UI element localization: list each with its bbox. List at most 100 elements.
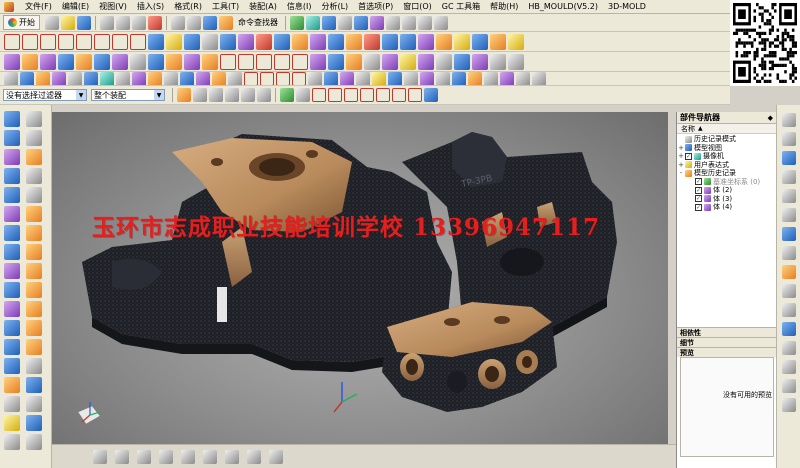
navigator-node[interactable]: 历史记录模式 [677, 135, 776, 144]
tool-u-icon[interactable] [324, 72, 338, 85]
shaded-view-icon[interactable] [370, 15, 384, 30]
tool-k-icon[interactable] [164, 72, 178, 85]
curvature-icon[interactable] [26, 187, 42, 203]
mirror-curve-icon[interactable] [328, 33, 344, 50]
arc-icon[interactable] [22, 33, 38, 50]
law-curve-icon[interactable] [436, 33, 452, 50]
rectangle-icon[interactable] [94, 33, 110, 50]
pan-view-icon[interactable] [322, 15, 336, 30]
global-shaping-icon[interactable] [4, 415, 20, 431]
composite-curve-icon[interactable] [472, 33, 488, 50]
web-browser-icon[interactable] [781, 208, 796, 222]
replace-face-icon[interactable] [436, 53, 452, 70]
swept-icon[interactable] [4, 263, 20, 279]
select-edge-icon[interactable] [225, 88, 239, 102]
face-analysis-icon[interactable] [4, 187, 20, 203]
offset-curve-icon[interactable] [148, 33, 164, 50]
boss-icon[interactable] [76, 53, 92, 70]
extension-icon[interactable] [26, 320, 42, 336]
menu-analysis[interactable]: 分析(L) [316, 1, 353, 12]
print-icon[interactable] [26, 434, 42, 450]
extract-curve-icon[interactable] [454, 33, 470, 50]
part-navigator-icon[interactable] [781, 151, 796, 165]
graphics-window[interactable]: TP-3PB 玉环市志成职业技能培训学校 13396947117 [52, 112, 668, 444]
mesh-icon[interactable] [4, 282, 20, 298]
tool-y-icon[interactable] [388, 72, 402, 85]
zoom-icon[interactable] [338, 15, 352, 30]
edit-curve-icon[interactable] [508, 33, 524, 50]
shell-icon[interactable] [274, 53, 290, 70]
pad-icon[interactable] [112, 53, 128, 70]
menu-gc-toolbox[interactable]: GC 工具箱 [437, 1, 485, 12]
status-i-icon[interactable] [269, 449, 283, 464]
offset-tool-icon[interactable] [4, 206, 20, 222]
x-form-icon[interactable] [26, 396, 42, 412]
thicken-icon[interactable] [382, 53, 398, 70]
sketch-icon[interactable] [4, 53, 20, 70]
studio-spline-icon[interactable] [58, 33, 74, 50]
tool-f-icon[interactable] [84, 72, 98, 85]
copy-icon[interactable] [116, 15, 130, 30]
select-curve-icon[interactable] [241, 88, 255, 102]
snap-on-curve-icon[interactable] [408, 88, 422, 102]
tool-ae-icon[interactable] [484, 72, 498, 85]
draft-icon[interactable] [256, 53, 272, 70]
mirror-feature-icon[interactable] [364, 53, 380, 70]
trim-curve-icon[interactable] [292, 33, 308, 50]
status-a-icon[interactable] [93, 449, 107, 464]
tool-d-icon[interactable] [52, 72, 66, 85]
unbend-icon[interactable] [4, 434, 20, 450]
help-icon[interactable] [781, 379, 796, 393]
navigator-column-header[interactable]: 名称 ▲ [677, 124, 776, 134]
status-d-icon[interactable] [159, 449, 173, 464]
expand-toggle-icon[interactable]: + [677, 144, 685, 152]
tool-n-icon[interactable] [212, 72, 226, 85]
menu-preferences[interactable]: 首选项(P) [353, 1, 398, 12]
groove-icon[interactable] [148, 53, 164, 70]
wrap-curve-icon[interactable] [346, 33, 362, 50]
edge-blend-icon[interactable] [220, 53, 236, 70]
snap-mid-icon[interactable] [312, 88, 326, 102]
chamfer-icon[interactable] [238, 53, 254, 70]
expand-toggle-icon[interactable]: - [677, 169, 685, 177]
extrude-feature-icon[interactable] [22, 53, 38, 70]
tool-af-icon[interactable] [500, 72, 514, 85]
pattern-feature-icon[interactable] [346, 53, 362, 70]
intersect-icon[interactable] [202, 53, 218, 70]
line-icon[interactable] [4, 33, 20, 50]
styled-blend-icon[interactable] [26, 377, 42, 393]
system-scenes-icon[interactable] [781, 322, 796, 336]
reuse-library-icon[interactable] [781, 170, 796, 184]
open-folder-icon[interactable] [61, 15, 75, 30]
divide-curve-icon[interactable] [310, 33, 326, 50]
tool-ah-icon[interactable] [532, 72, 546, 85]
unite-icon[interactable] [166, 53, 182, 70]
analysis-tool-icon[interactable] [4, 168, 20, 184]
tool-i-icon[interactable] [132, 72, 146, 85]
tool-o-icon[interactable] [228, 72, 242, 85]
text-icon[interactable] [202, 33, 218, 50]
menu-assembly[interactable]: 装配(A) [244, 1, 282, 12]
snap-point-icon[interactable] [280, 88, 294, 102]
tool-b-icon[interactable] [20, 72, 34, 85]
status-g-icon[interactable] [225, 449, 239, 464]
select-window-icon[interactable] [290, 15, 304, 30]
edge-display-icon[interactable] [434, 15, 448, 30]
smooth-curve-icon[interactable] [490, 33, 506, 50]
menu-edit[interactable]: 编辑(E) [57, 1, 94, 12]
palette-icon[interactable] [781, 341, 796, 355]
info-icon[interactable] [781, 360, 796, 374]
menu-information[interactable]: 信息(I) [282, 1, 317, 12]
tool-w-icon[interactable] [356, 72, 370, 85]
menu-window[interactable]: 窗口(O) [398, 1, 437, 12]
subtract-icon[interactable] [184, 53, 200, 70]
project-curve-icon[interactable] [220, 33, 236, 50]
tool-l-icon[interactable] [180, 72, 194, 85]
hole-icon[interactable] [58, 53, 74, 70]
menu-insert[interactable]: 插入(S) [132, 1, 169, 12]
status-c-icon[interactable] [137, 449, 151, 464]
slot-icon[interactable] [130, 53, 146, 70]
menu-hb-mould[interactable]: HB_MOULD(V5.2) [523, 2, 603, 11]
trim-body-icon[interactable] [292, 53, 308, 70]
snap-quadrant-icon[interactable] [376, 88, 390, 102]
